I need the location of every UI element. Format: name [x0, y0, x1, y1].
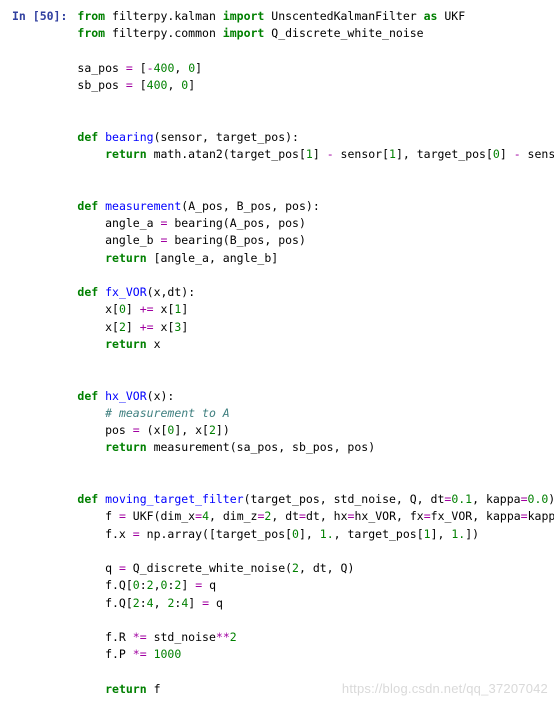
code-line: f.Q[2:4, 2:4] = q: [77, 596, 223, 610]
code-line: return measurement(sa_pos, sb_pos, pos): [77, 440, 375, 454]
code-line: # measurement to A: [77, 406, 229, 420]
code-line: def fx_VOR(x,dt):: [77, 285, 195, 299]
code-line: x[0] += x[1]: [77, 302, 188, 316]
code-line: def measurement(A_pos, B_pos, pos):: [77, 199, 319, 213]
code-line: f.x = np.array([target_pos[0], 1., targe…: [77, 527, 479, 541]
code-line: from filterpy.kalman import UnscentedKal…: [77, 9, 465, 23]
code-line: angle_a = bearing(A_pos, pos): [77, 216, 306, 230]
code-line: f.Q[0:2,0:2] = q: [77, 578, 216, 592]
code-line: return f: [77, 682, 160, 696]
code-line: f = UKF(dim_x=4, dim_z=2, dt=dt, hx=hx_V…: [77, 509, 554, 523]
code-line: def hx_VOR(x):: [77, 389, 174, 403]
code-line: return x: [77, 337, 160, 351]
code-line: x[2] += x[3]: [77, 320, 188, 334]
code-cell: In [50]: from filterpy.kalman import Uns…: [12, 8, 542, 698]
code-line: return math.atan2(target_pos[1] - sensor…: [77, 147, 554, 161]
code-line: sb_pos = [400, 0]: [77, 78, 195, 92]
code-block: from filterpy.kalman import UnscentedKal…: [77, 8, 554, 698]
code-line: f.R *= std_noise**2: [77, 630, 236, 644]
watermark: https://blog.csdn.net/qq_37207042: [342, 679, 548, 699]
code-line: q = Q_discrete_white_noise(2, dt, Q): [77, 561, 354, 575]
code-line: pos = (x[0], x[2]): [77, 423, 229, 437]
code-line: from filterpy.common import Q_discrete_w…: [77, 26, 423, 40]
code-line: angle_b = bearing(B_pos, pos): [77, 233, 306, 247]
code-line: sa_pos = [-400, 0]: [77, 61, 202, 75]
code-line: def bearing(sensor, target_pos):: [77, 130, 299, 144]
code-line: f.P *= 1000: [77, 647, 181, 661]
code-line: def moving_target_filter(target_pos, std…: [77, 492, 554, 506]
code-line: return [angle_a, angle_b]: [77, 251, 278, 265]
cell-prompt: In [50]:: [12, 8, 77, 25]
